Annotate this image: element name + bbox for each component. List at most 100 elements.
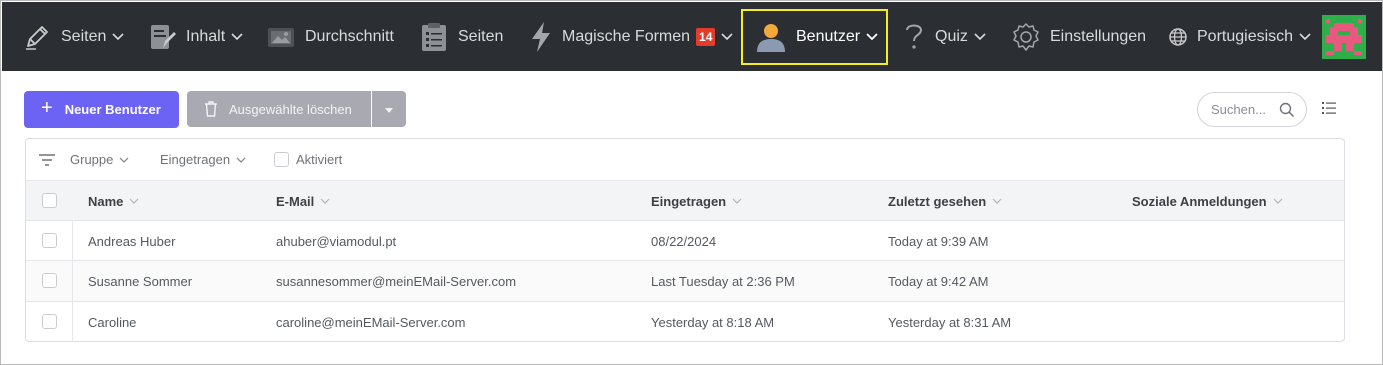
column-header-last-seen[interactable]: Zuletzt gesehen (888, 181, 1002, 221)
filter-icon[interactable] (39, 153, 55, 166)
trash-icon (204, 101, 218, 117)
clipboard-icon (419, 22, 449, 52)
nav-item-magische-formen[interactable]: Magische Formen 14 (529, 2, 733, 71)
sort-chevron-icon (320, 198, 330, 204)
column-header-social-logins[interactable]: Soziale Anmeldungen (1132, 181, 1283, 221)
chevron-down-icon (1299, 32, 1311, 41)
nav-item-label: Portugiesisch (1197, 27, 1294, 45)
avatar[interactable] (1322, 15, 1366, 59)
cell-last-seen: Yesterday at 8:31 AM (888, 314, 1012, 330)
nav-item-inhalt[interactable]: Inhalt (147, 2, 243, 71)
cell-name[interactable]: Susanne Sommer (88, 261, 192, 301)
content-icon (147, 22, 177, 52)
cell-last-seen: Today at 9:39 AM (888, 233, 989, 249)
cell-email: caroline@meinEMail-Server.com (276, 314, 466, 330)
nav-item-seiten-2[interactable]: Seiten (419, 2, 503, 71)
sort-chevron-icon (992, 198, 1002, 204)
nav-item-language[interactable]: Portugiesisch (1168, 2, 1311, 71)
filter-activated[interactable]: Aktiviert (274, 152, 342, 167)
list-view-toggle[interactable] (1321, 101, 1337, 120)
chevron-down-icon (974, 32, 986, 41)
column-divider (72, 261, 73, 301)
filter-bar: Gruppe Eingetragen Aktiviert (26, 139, 1344, 180)
filter-group-label: Gruppe (70, 152, 114, 167)
column-label: Soziale Anmeldungen (1132, 193, 1267, 209)
column-header-email[interactable]: E-Mail (276, 181, 330, 221)
row-checkbox[interactable] (42, 233, 57, 248)
column-divider (72, 302, 73, 342)
column-label: Zuletzt gesehen (888, 193, 987, 209)
nav-item-seiten[interactable]: Seiten (22, 2, 124, 71)
app-window: Seiten Inhalt Durchschnitt Seiten Magisc… (0, 0, 1383, 365)
nav-item-quiz[interactable]: Quiz (902, 2, 986, 71)
nav-item-label: Inhalt (186, 27, 226, 45)
activated-checkbox[interactable] (274, 152, 289, 167)
top-nav-bar: Seiten Inhalt Durchschnitt Seiten Magisc… (2, 2, 1382, 71)
plus-icon: + (41, 97, 53, 119)
lightning-icon (529, 21, 553, 53)
cell-email: ahuber@viamodul.pt (276, 233, 397, 249)
nav-item-benutzer[interactable]: Benutzer (755, 2, 878, 71)
nav-item-durchschnitt[interactable]: Durchschnitt (266, 2, 394, 71)
filter-registered[interactable]: Eingetragen (160, 152, 246, 167)
chevron-down-icon (236, 157, 246, 163)
cell-name[interactable]: Andreas Huber (88, 221, 175, 261)
nav-item-label: Quiz (935, 27, 968, 45)
select-all-checkbox[interactable] (42, 193, 57, 208)
nav-item-label: Durchschnitt (305, 27, 394, 45)
sort-chevron-icon (732, 198, 742, 204)
sort-chevron-icon (129, 198, 139, 204)
table-row[interactable]: Susanne Sommer susannesommer@meinEMail-S… (26, 260, 1344, 301)
column-header-registered[interactable]: Eingetragen (651, 181, 742, 221)
chevron-down-icon (231, 32, 243, 41)
cell-registered: Yesterday at 8:18 AM (651, 314, 775, 330)
nav-item-label: Benutzer (796, 27, 861, 45)
pencil-icon (22, 22, 52, 52)
notification-badge: 14 (696, 27, 716, 46)
media-icon (266, 22, 296, 52)
chevron-down-icon (866, 32, 878, 41)
cell-name[interactable]: Caroline (88, 302, 136, 342)
column-label: E-Mail (276, 193, 315, 209)
row-checkbox[interactable] (42, 314, 57, 329)
row-checkbox[interactable] (42, 273, 57, 288)
search-input[interactable] (1211, 102, 1273, 117)
new-user-button[interactable]: + Neuer Benutzer (24, 91, 179, 128)
column-label: Eingetragen (651, 193, 727, 209)
filter-group[interactable]: Gruppe (70, 152, 129, 167)
gear-icon (1011, 22, 1041, 52)
search-box (1197, 92, 1307, 127)
cell-registered: Last Tuesday at 2:36 PM (651, 273, 795, 289)
table-row[interactable]: Caroline caroline@meinEMail-Server.com Y… (26, 301, 1344, 342)
globe-icon (1168, 27, 1188, 47)
question-icon (902, 21, 926, 53)
cell-email: susannesommer@meinEMail-Server.com (276, 273, 517, 289)
column-divider (72, 221, 73, 261)
filter-activated-label: Aktiviert (296, 152, 343, 167)
chevron-down-icon (721, 32, 733, 41)
table-header: Name E-Mail Eingetragen Zuletzt gesehen … (26, 180, 1344, 220)
column-label: Name (88, 193, 124, 209)
caret-down-icon (385, 100, 393, 118)
delete-selected-button[interactable]: Ausgewählte löschen (187, 91, 371, 127)
sort-chevron-icon (1273, 198, 1283, 204)
cell-registered: 08/22/2024 (651, 233, 717, 249)
nav-item-label: Seiten (458, 27, 504, 45)
filter-registered-label: Eingetragen (160, 152, 231, 167)
table-row[interactable]: Andreas Huber ahuber@viamodul.pt 08/22/2… (26, 220, 1344, 261)
nav-item-einstellungen[interactable]: Einstellungen (1011, 2, 1146, 71)
new-user-label: Neuer Benutzer (64, 102, 161, 117)
nav-item-label: Seiten (61, 27, 107, 45)
chevron-down-icon (119, 157, 129, 163)
user-icon (755, 21, 787, 53)
list-icon (1321, 101, 1337, 120)
nav-item-label: Einstellungen (1050, 27, 1147, 45)
chevron-down-icon (112, 32, 124, 41)
delete-selected-label: Ausgewählte löschen (229, 101, 352, 117)
nav-item-label: Magische Formen (562, 27, 691, 45)
users-table-panel: Gruppe Eingetragen Aktiviert Name E-Mail (25, 138, 1345, 342)
column-header-name[interactable]: Name (88, 181, 139, 221)
delete-options-dropdown[interactable] (372, 91, 406, 127)
cell-last-seen: Today at 9:42 AM (888, 273, 989, 289)
search-icon[interactable] (1279, 102, 1295, 118)
